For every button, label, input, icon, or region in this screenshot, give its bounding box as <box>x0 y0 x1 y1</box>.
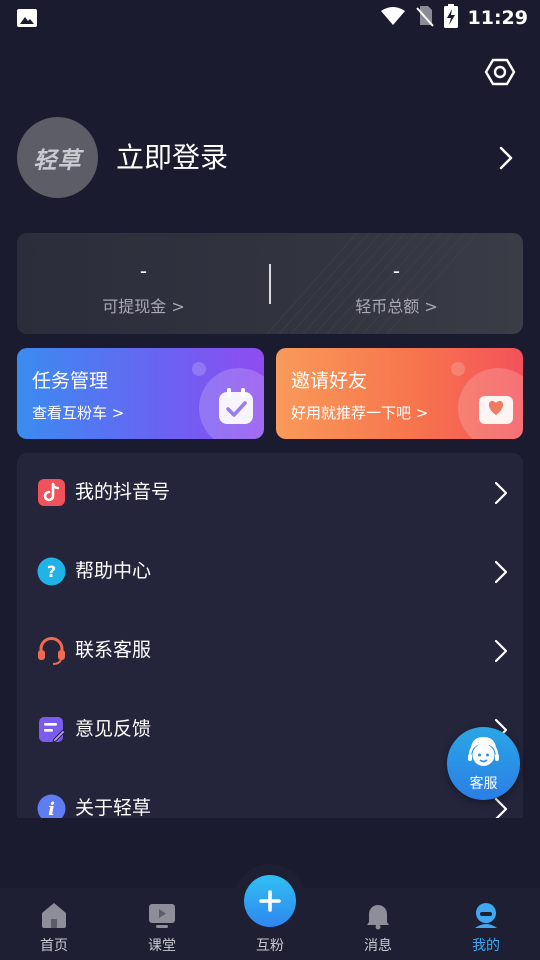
invite-title: 邀请好友 <box>291 370 368 392</box>
nav-label: 互粉 <box>256 938 284 954</box>
gallery-notification-icon <box>16 8 38 32</box>
task-subtitle: 查看互粉车 > <box>32 404 125 422</box>
svg-text:i: i <box>48 799 55 818</box>
svg-text:?: ? <box>47 562 56 581</box>
invite-friends-card[interactable]: 邀请好友 好用就推荐一下吧 > <box>276 348 523 439</box>
status-bar: 11:29 <box>0 0 540 36</box>
menu-item-label: 关于轻草 <box>75 797 152 818</box>
add-mutual-follow-button[interactable] <box>244 875 296 927</box>
settings-button[interactable] <box>484 56 516 88</box>
nav-label: 消息 <box>364 938 392 954</box>
nav-item-classroom[interactable]: 课堂 <box>108 888 216 960</box>
nav-label: 课堂 <box>148 938 176 954</box>
chevron-right-icon <box>494 797 508 818</box>
headset-icon <box>38 637 65 665</box>
battery-charging-icon <box>443 4 458 32</box>
avatar-logo-text: 轻草 <box>33 147 82 174</box>
nav-label: 首页 <box>40 938 68 954</box>
help-icon: ? <box>37 557 66 586</box>
plus-icon <box>259 890 281 912</box>
nav-item-home[interactable]: 首页 <box>0 888 108 960</box>
menu-item-douyin-account[interactable]: 我的抖音号 <box>17 453 523 532</box>
balance-card: - 可提现金 > - 轻币总额 > <box>17 233 523 334</box>
profile-icon <box>475 903 497 928</box>
coin-total-value: - <box>392 259 401 283</box>
my-profile-screen: 11:29 轻草 立即登录 - 可提现金 > - 轻币总额 > 任务管理 查看互… <box>0 0 540 960</box>
withdrawable-value: - <box>139 259 148 283</box>
avatar[interactable]: 轻草 <box>17 117 98 198</box>
calendar-check-icon <box>219 388 253 424</box>
menu-item-help-center[interactable]: ? 帮助中心 <box>17 532 523 611</box>
withdrawable-cash[interactable]: - 可提现金 > <box>17 233 270 334</box>
task-management-card[interactable]: 任务管理 查看互粉车 > <box>17 348 264 439</box>
nav-item-messages[interactable]: 消息 <box>324 888 432 960</box>
invite-subtitle: 好用就推荐一下吧 > <box>291 404 429 422</box>
gear-icon <box>484 58 516 86</box>
home-icon <box>42 903 66 928</box>
status-time: 11:29 <box>467 7 528 29</box>
chevron-right-icon <box>494 639 508 663</box>
menu-item-label: 联系客服 <box>75 639 152 661</box>
coin-total-label: 轻币总额 > <box>355 297 438 316</box>
menu-item-contact-support[interactable]: 联系客服 <box>17 611 523 690</box>
nav-item-mine[interactable]: 我的 <box>432 888 540 960</box>
envelope-heart-icon <box>479 396 513 424</box>
chevron-right-icon <box>494 481 508 505</box>
feedback-icon <box>39 717 66 743</box>
coin-total[interactable]: - 轻币总额 > <box>270 233 523 334</box>
withdrawable-label: 可提现金 > <box>102 297 185 316</box>
menu-item-label: 帮助中心 <box>75 560 152 582</box>
floating-support-label: 客服 <box>469 776 498 792</box>
info-icon: i <box>37 794 66 818</box>
task-title: 任务管理 <box>32 370 109 392</box>
wifi-icon <box>380 6 406 30</box>
chevron-right-icon <box>494 560 508 584</box>
chevron-right-icon[interactable] <box>496 144 516 172</box>
classroom-icon <box>149 904 175 928</box>
tiktok-icon <box>38 479 65 506</box>
nav-label: 我的 <box>472 938 500 954</box>
menu-item-label: 我的抖音号 <box>75 481 171 503</box>
floating-support-button[interactable]: 客服 <box>447 727 520 800</box>
login-link[interactable]: 立即登录 <box>116 140 228 176</box>
menu-item-label: 意见反馈 <box>75 718 152 740</box>
no-sim-icon <box>415 5 434 31</box>
support-agent-icon <box>468 737 499 766</box>
bell-icon <box>367 905 389 930</box>
